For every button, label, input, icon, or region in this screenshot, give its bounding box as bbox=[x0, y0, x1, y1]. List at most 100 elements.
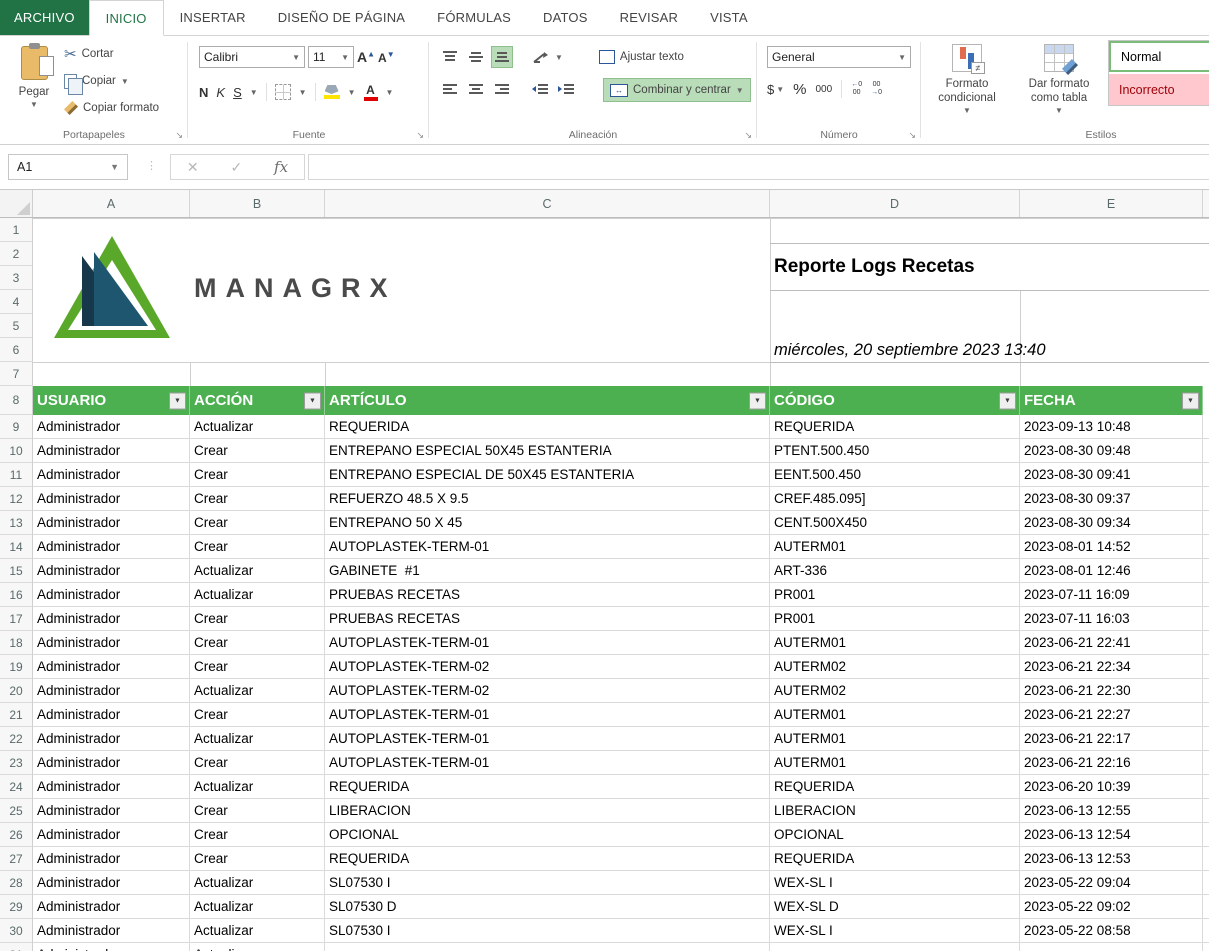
cell[interactable]: Crear bbox=[190, 655, 325, 679]
decrease-decimal-button[interactable]: 00→0 bbox=[871, 81, 882, 96]
cell[interactable]: REQUERIDA bbox=[325, 847, 770, 871]
cell[interactable]: Administrador bbox=[33, 919, 190, 943]
filter-dropdown-button[interactable]: ▼ bbox=[304, 392, 321, 409]
tab-archivo[interactable]: ARCHIVO bbox=[0, 0, 89, 35]
borders-button[interactable] bbox=[275, 84, 291, 100]
dialog-launcher-icon[interactable]: ↘ bbox=[908, 130, 916, 141]
cell[interactable]: AUTERM02 bbox=[770, 679, 1020, 703]
format-painter-button[interactable]: Copiar formato bbox=[64, 98, 159, 118]
cell[interactable]: Actualizar bbox=[190, 583, 325, 607]
cell[interactable]: Actualizar bbox=[190, 415, 325, 439]
align-right-button[interactable] bbox=[491, 79, 513, 101]
cancel-icon[interactable]: ✕ bbox=[187, 159, 199, 176]
cell[interactable]: Crear bbox=[190, 751, 325, 775]
cell[interactable]: WEX-SL I bbox=[770, 919, 1020, 943]
filter-dropdown-button[interactable]: ▼ bbox=[1182, 392, 1199, 409]
cell[interactable]: Actualizar bbox=[190, 895, 325, 919]
tab-f-rmulas[interactable]: FÓRMULAS bbox=[421, 0, 527, 35]
cell[interactable]: REQUERIDA bbox=[325, 415, 770, 439]
cell[interactable]: REFUERZO 48.5 X 9.5 bbox=[325, 487, 770, 511]
cell[interactable]: Crear bbox=[190, 511, 325, 535]
cell[interactable]: Crear bbox=[190, 631, 325, 655]
cell[interactable]: 2023-06-21 22:30 bbox=[1020, 679, 1203, 703]
cell[interactable]: ART-336 bbox=[770, 559, 1020, 583]
cell[interactable]: REQUERIDA bbox=[770, 415, 1020, 439]
cell[interactable]: Crear bbox=[190, 463, 325, 487]
cell[interactable]: Administrador bbox=[33, 775, 190, 799]
cell[interactable]: Administrador bbox=[33, 895, 190, 919]
row-header-18[interactable]: 18 bbox=[0, 631, 33, 655]
row-header-2[interactable]: 2 bbox=[0, 242, 33, 266]
cell[interactable]: 2023-06-21 22:34 bbox=[1020, 655, 1203, 679]
tab-datos[interactable]: DATOS bbox=[527, 0, 604, 35]
cell[interactable]: Administrador bbox=[33, 823, 190, 847]
name-box[interactable]: A1 ▼ bbox=[8, 154, 128, 180]
align-bottom-button[interactable] bbox=[491, 46, 513, 68]
row-header-13[interactable]: 13 bbox=[0, 511, 33, 535]
cell[interactable]: AUTERM01 bbox=[770, 631, 1020, 655]
row-header-6[interactable]: 6 bbox=[0, 338, 33, 362]
cell[interactable]: PR001 bbox=[770, 583, 1020, 607]
cell[interactable]: AUTOPLASTEK-TERM-01 bbox=[325, 727, 770, 751]
cell[interactable]: PR001 bbox=[770, 607, 1020, 631]
cell[interactable]: Administrador bbox=[33, 583, 190, 607]
cell[interactable]: ENTREPANO ESPECIAL 50X45 ESTANTERIA bbox=[325, 439, 770, 463]
cell[interactable]: 2023-07-11 16:03 bbox=[1020, 607, 1203, 631]
cell[interactable]: 2023-06-21 22:27 bbox=[1020, 703, 1203, 727]
cell[interactable]: AUTERM01 bbox=[770, 535, 1020, 559]
style-normal[interactable]: Normal bbox=[1109, 41, 1209, 72]
row-header-30[interactable]: 30 bbox=[0, 919, 33, 943]
orientation-button[interactable] bbox=[529, 46, 551, 68]
align-top-button[interactable] bbox=[439, 46, 461, 68]
font-name-select[interactable]: Calibri▼ bbox=[199, 46, 305, 68]
tab-vista[interactable]: VISTA bbox=[694, 0, 764, 35]
cell[interactable] bbox=[770, 943, 1020, 951]
copy-button[interactable]: Copiar ▼ bbox=[64, 71, 159, 91]
cell[interactable]: Actualizar bbox=[190, 943, 325, 951]
cell[interactable]: Administrador bbox=[33, 943, 190, 951]
row-header-9[interactable]: 9 bbox=[0, 415, 33, 439]
cell[interactable]: AUTERM01 bbox=[770, 727, 1020, 751]
cell[interactable]: 2023-06-21 22:16 bbox=[1020, 751, 1203, 775]
cell[interactable]: Administrador bbox=[33, 799, 190, 823]
cell[interactable]: Administrador bbox=[33, 439, 190, 463]
font-color-button[interactable]: A bbox=[364, 84, 378, 101]
cell[interactable]: 2023-06-13 12:53 bbox=[1020, 847, 1203, 871]
currency-button[interactable]: $▼ bbox=[767, 82, 784, 97]
cell[interactable]: LIBERACION bbox=[770, 799, 1020, 823]
column-header-a[interactable]: A bbox=[33, 190, 190, 217]
row-header-11[interactable]: 11 bbox=[0, 463, 33, 487]
cell[interactable]: Administrador bbox=[33, 415, 190, 439]
cell[interactable]: REQUERIDA bbox=[770, 847, 1020, 871]
cell[interactable]: Administrador bbox=[33, 679, 190, 703]
row-header-23[interactable]: 23 bbox=[0, 751, 33, 775]
cell[interactable]: 2023-07-11 16:09 bbox=[1020, 583, 1203, 607]
formula-bar-splitter[interactable]: ⋮ bbox=[146, 159, 157, 172]
cell[interactable]: 2023-06-21 22:17 bbox=[1020, 727, 1203, 751]
row-header-17[interactable]: 17 bbox=[0, 607, 33, 631]
row-header-22[interactable]: 22 bbox=[0, 727, 33, 751]
format-as-table-button[interactable]: Dar formato como tabla ▼ bbox=[1015, 44, 1103, 116]
cell[interactable]: 2023-08-30 09:48 bbox=[1020, 439, 1203, 463]
cut-button[interactable]: ✂ Cortar bbox=[64, 44, 159, 64]
cell[interactable]: SL07530 I bbox=[325, 871, 770, 895]
cell[interactable]: REQUERIDA bbox=[770, 775, 1020, 799]
cell[interactable]: EENT.500.450 bbox=[770, 463, 1020, 487]
cell[interactable]: AUTOPLASTEK-TERM-01 bbox=[325, 535, 770, 559]
cell[interactable]: Administrador bbox=[33, 487, 190, 511]
cell[interactable]: Administrador bbox=[33, 727, 190, 751]
cell[interactable]: Administrador bbox=[33, 535, 190, 559]
tab-inicio[interactable]: INICIO bbox=[89, 0, 164, 36]
column-header-d[interactable]: D bbox=[770, 190, 1020, 217]
row-header-14[interactable]: 14 bbox=[0, 535, 33, 559]
align-middle-button[interactable] bbox=[465, 46, 487, 68]
bold-button[interactable]: N bbox=[199, 85, 208, 100]
row-header-25[interactable]: 25 bbox=[0, 799, 33, 823]
cell[interactable]: AUTOPLASTEK-TERM-01 bbox=[325, 631, 770, 655]
row-header-12[interactable]: 12 bbox=[0, 487, 33, 511]
formula-input[interactable] bbox=[308, 154, 1209, 180]
cell[interactable]: Crear bbox=[190, 847, 325, 871]
cell[interactable]: Crear bbox=[190, 439, 325, 463]
increase-decimal-button[interactable]: ←000 bbox=[851, 81, 862, 96]
wrap-text-button[interactable]: Ajustar texto bbox=[593, 45, 690, 69]
